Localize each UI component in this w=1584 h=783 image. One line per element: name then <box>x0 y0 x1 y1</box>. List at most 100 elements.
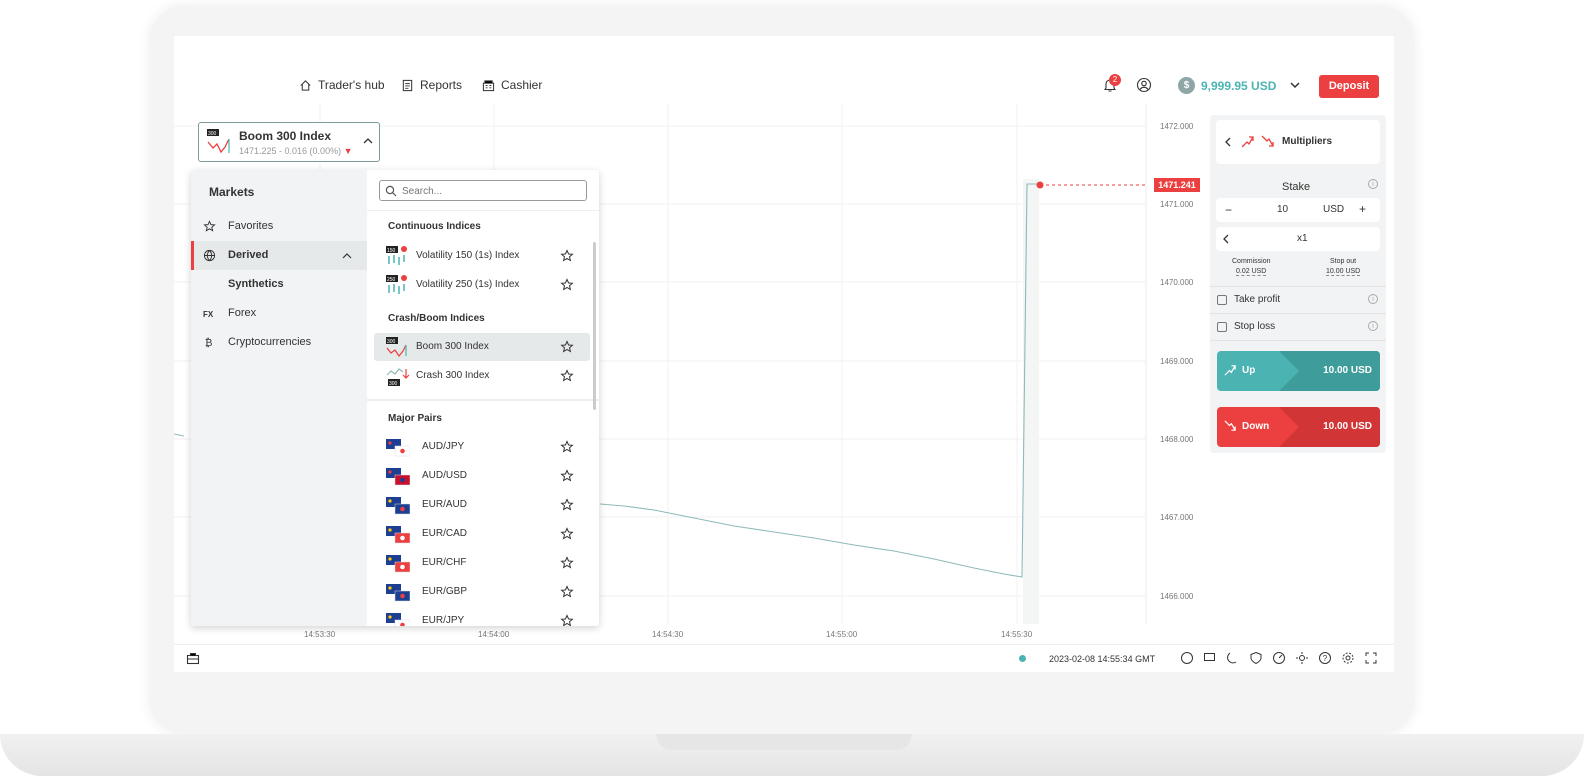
star-icon[interactable] <box>560 340 574 354</box>
currency-label: USD <box>1323 204 1345 215</box>
trade-type-label: Multipliers <box>1282 136 1333 147</box>
category-cryptocurrencies[interactable]: ₿ Cryptocurrencies <box>191 328 367 357</box>
boom-index-icon: 300 <box>386 337 407 357</box>
star-icon[interactable] <box>560 527 574 541</box>
chevron-up-icon[interactable] <box>363 137 373 145</box>
divider <box>1210 286 1386 287</box>
market-label: AUD/JPY <box>422 441 465 452</box>
multiplier-select[interactable]: x1 <box>1216 227 1380 251</box>
purchase-down-button[interactable]: Down 10.00 USD <box>1217 407 1380 447</box>
market-label: EUR/CHF <box>422 557 467 568</box>
nav-reports[interactable]: Reports <box>401 78 462 92</box>
search-box[interactable] <box>379 180 587 201</box>
market-item-vol150[interactable]: 150 Volatility 150 (1s) Index <box>374 242 590 270</box>
x-tick: 14:55:30 <box>1001 630 1033 639</box>
stake-label: Stake <box>1282 181 1311 193</box>
currency-flag-icon <box>386 468 410 486</box>
currency-flag-icon <box>386 497 410 515</box>
star-icon[interactable] <box>560 440 574 454</box>
fullscreen-icon[interactable] <box>1364 651 1378 665</box>
group-title: Major Pairs <box>388 413 442 424</box>
shield-icon[interactable] <box>1249 651 1263 665</box>
star-icon[interactable] <box>560 585 574 599</box>
home-icon <box>300 79 311 91</box>
whatsapp-icon[interactable] <box>1180 651 1194 665</box>
star-icon[interactable] <box>560 469 574 483</box>
minus-icon[interactable]: − <box>1225 203 1232 217</box>
nav-label: Cashier <box>501 78 543 92</box>
responsible-trading-icon[interactable] <box>1226 651 1240 665</box>
price-change-text: 1471.225 - 0.016 (0.00%) <box>239 146 342 156</box>
nav-traders-hub[interactable]: Trader's hub <box>299 78 385 92</box>
multiplier-down-icon <box>1224 420 1236 431</box>
market-label: Volatility 150 (1s) Index <box>416 250 520 261</box>
chevron-down-icon[interactable] <box>1289 80 1301 90</box>
market-label: Boom 300 Index <box>416 341 489 352</box>
plus-icon[interactable]: + <box>1359 202 1366 216</box>
market-item-pair[interactable]: EUR/AUD <box>374 491 590 519</box>
divider <box>367 210 599 211</box>
app-screen: Trader's hub Reports Cashier 2 $ 9,999.9… <box>174 36 1394 672</box>
theme-icon[interactable] <box>1295 651 1309 665</box>
info-icon[interactable]: i <box>1368 179 1378 189</box>
cashier-icon <box>482 79 495 91</box>
category-synthetics[interactable]: Synthetics <box>191 270 367 299</box>
chevron-left-icon <box>1225 137 1231 147</box>
star-icon[interactable] <box>560 498 574 512</box>
volatility-index-icon: 150 <box>386 246 407 265</box>
market-item-pair[interactable]: EUR/CHF <box>374 549 590 577</box>
category-label: Cryptocurrencies <box>228 336 312 348</box>
svg-text:?: ? <box>1323 654 1328 663</box>
market-item-pair[interactable]: AUD/USD <box>374 462 590 490</box>
info-icon[interactable]: i <box>1368 321 1378 331</box>
category-derived[interactable]: Derived <box>191 241 367 270</box>
purchase-up-button[interactable]: Up 10.00 USD <box>1217 351 1380 391</box>
star-icon[interactable] <box>560 278 574 292</box>
market-item-pair[interactable]: EUR/JPY <box>374 607 590 626</box>
market-label: EUR/GBP <box>422 586 468 597</box>
star-icon[interactable] <box>560 556 574 570</box>
settings-icon[interactable] <box>1341 651 1355 665</box>
divider <box>1210 313 1386 314</box>
search-input[interactable] <box>402 184 582 198</box>
account-balance[interactable]: $ 9,999.95 USD <box>1178 77 1276 94</box>
selected-market-price: 1471.225 - 0.016 (0.00%) ▼ <box>239 146 353 156</box>
multiplier-up-icon <box>1224 365 1236 376</box>
market-item-vol250[interactable]: 250 Volatility 250 (1s) Index <box>374 271 590 299</box>
footer-icons: ? <box>1180 651 1378 665</box>
info-icon[interactable]: i <box>1368 294 1378 304</box>
positions-icon[interactable] <box>186 652 200 666</box>
market-item-pair[interactable]: EUR/GBP <box>374 578 590 606</box>
market-label: EUR/CAD <box>422 528 468 539</box>
take-profit-checkbox[interactable] <box>1217 295 1227 305</box>
svg-text:250: 250 <box>387 277 396 283</box>
y-tick: 1470.000 <box>1160 278 1194 287</box>
star-icon[interactable] <box>560 249 574 263</box>
stake-input[interactable]: − 10 USD + <box>1216 198 1380 222</box>
svg-text:FX: FX <box>203 310 214 319</box>
chat-icon[interactable] <box>1203 651 1217 665</box>
markets-heading: Markets <box>209 185 255 199</box>
help-icon[interactable]: ? <box>1318 651 1332 665</box>
gauge-icon[interactable] <box>1272 651 1286 665</box>
deposit-button[interactable]: Deposit <box>1319 75 1379 98</box>
stop-loss-checkbox[interactable] <box>1217 322 1227 332</box>
market-item-crash300[interactable]: 300 Crash 300 Index <box>374 362 590 390</box>
svg-text:300: 300 <box>387 339 396 345</box>
market-selector[interactable]: 300 Boom 300 Index 1471.225 - 0.016 (0.0… <box>198 122 380 162</box>
reports-icon <box>402 79 413 91</box>
y-tick: 1466.000 <box>1160 592 1194 601</box>
category-forex[interactable]: FX Forex <box>191 299 367 328</box>
fx-icon: FX <box>203 310 214 319</box>
scrollbar[interactable] <box>593 242 596 410</box>
market-item-pair[interactable]: AUD/JPY <box>374 433 590 461</box>
market-item-boom300[interactable]: 300 Boom 300 Index <box>374 333 590 361</box>
account-icon[interactable] <box>1136 77 1152 93</box>
trade-type-selector[interactable]: Multipliers <box>1216 120 1380 164</box>
star-icon[interactable] <box>560 614 574 626</box>
category-favorites[interactable]: Favorites <box>191 212 367 241</box>
nav-cashier[interactable]: Cashier <box>482 78 542 92</box>
server-time: 2023-02-08 14:55:34 GMT <box>1049 654 1156 664</box>
market-item-pair[interactable]: EUR/CAD <box>374 520 590 548</box>
star-icon[interactable] <box>560 369 574 383</box>
